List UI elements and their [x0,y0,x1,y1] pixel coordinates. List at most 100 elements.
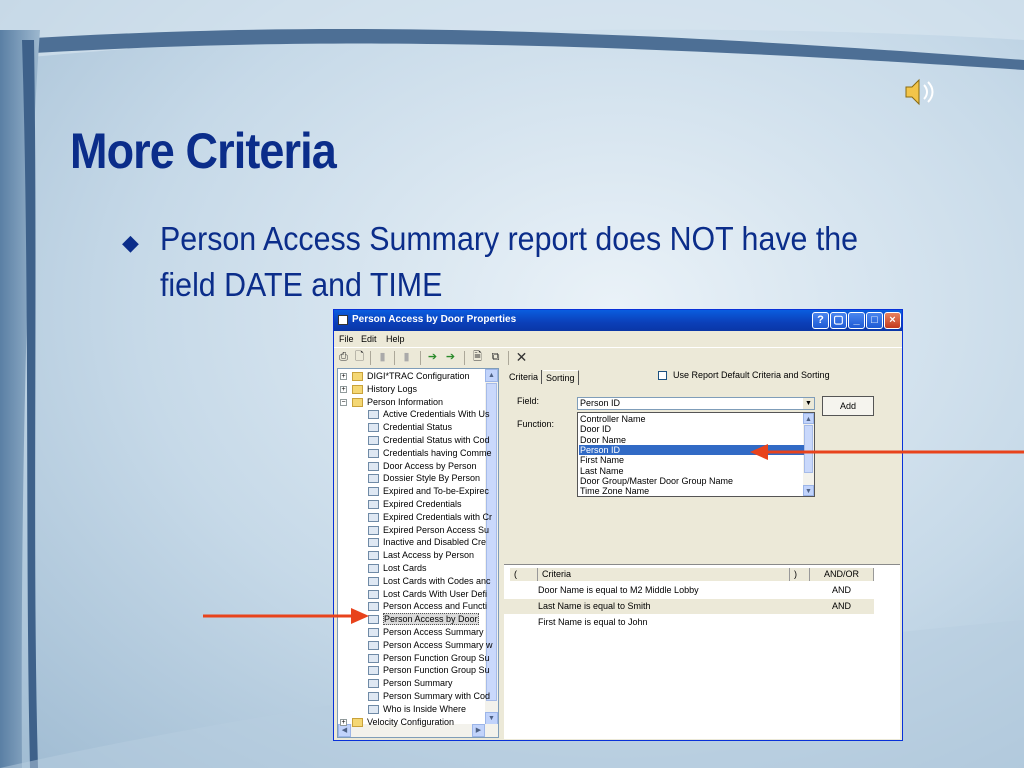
minimize-button[interactable]: _ [848,312,865,329]
export-icon[interactable]: ⧉ [489,351,502,364]
preview-icon[interactable]: 🗋 [353,351,366,364]
tree-item[interactable]: Person Function Group Su [338,653,490,665]
tree-item-label: Velocity Configuration [367,716,455,727]
tree-item[interactable]: Dossier Style By Person [338,473,485,485]
tree-item[interactable]: Person Function Group Su [338,665,490,677]
report-icon [368,576,379,586]
menu-help[interactable]: Help [386,334,405,344]
report-icon [368,589,379,599]
field-option[interactable]: Last Name [580,466,624,476]
criteria-row[interactable]: Last Name is equal to Smith AND [504,599,874,614]
field-option[interactable]: Controller Name [580,414,646,424]
window-title: Person Access by Door Properties [352,314,517,325]
report-icon [368,500,379,509]
tree-item[interactable]: Credential Status with Cod [338,435,490,447]
add-icon[interactable]: ➔ [426,351,439,364]
tree-item[interactable]: Lost Cards with Codes anc [338,576,491,588]
tree-item[interactable]: Expired Credentials [338,499,485,511]
criteria-text: Door Name is equal to M2 Middle Lobby [538,585,699,595]
report-icon [368,423,379,433]
report-icon [368,487,379,497]
use-default-checkbox[interactable] [658,371,667,380]
window-titlebar[interactable]: Person Access by Door Properties ? ▢ _ □… [334,310,902,331]
menu-bar: File Edit Help [334,331,902,347]
expand-icon[interactable]: + [340,718,347,726]
tree-item[interactable]: Lost Cards With User Defi [338,589,487,601]
add-button[interactable]: Add [822,396,874,416]
chevron-down-icon[interactable]: ▼ [803,398,814,409]
tab-sorting[interactable]: Sorting [543,370,579,385]
tree-item[interactable]: Person Access Summary [338,627,485,639]
tree-item-label: Credentials having Comme [383,447,492,458]
criteria-row[interactable]: Door Name is equal to M2 Middle Lobby AND [504,583,874,598]
report-icon [368,461,379,471]
field-option[interactable]: Door ID [580,424,611,434]
tree-item-label: History Logs [367,383,418,394]
tree-folder[interactable]: − Person Information [338,397,485,409]
tree-item[interactable]: Active Credentials With Us [338,409,490,421]
grid-header-criteria[interactable]: Criteria [538,568,790,581]
add-all-icon[interactable]: ➔ [444,351,457,364]
page-icon[interactable]: ▮ [400,351,413,364]
scroll-up-icon[interactable]: ▲ [485,369,498,382]
tree-item-label: Person Function Group Su [383,665,490,676]
scroll-down-icon[interactable]: ▼ [803,485,814,496]
tree-item-label: DIGI*TRAC Configuration [367,371,470,381]
use-default-label: Use Report Default Criteria and Sorting [673,370,830,380]
criteria-row[interactable]: First Name is equal to John [504,615,874,630]
maximize-button[interactable]: □ [866,312,883,329]
expand-icon[interactable]: + [340,373,347,380]
grid-header-close-paren[interactable]: ) [790,568,810,581]
menu-edit[interactable]: Edit [361,334,377,344]
help-button[interactable]: ? [812,312,829,329]
report-icon [368,551,379,561]
tree-folder[interactable]: + Velocity Configuration [338,717,485,729]
collapse-icon[interactable]: − [340,398,347,406]
field-option[interactable]: Time Zone Name [580,486,649,496]
tree-item-label: Inactive and Disabled Cre [383,537,487,548]
tree-item-label: Credential Status with Cod [383,435,490,445]
report-icon[interactable]: 🗎 [471,351,484,364]
tree-item[interactable]: Expired and To-be-Expirec [338,486,489,498]
toolbar-separator [394,351,395,365]
grid-header-andor[interactable]: AND/OR [810,568,874,581]
report-icon [368,679,379,689]
tree-item-label: Person Access Summary [383,627,484,637]
grid-header-open-paren[interactable]: ( [510,568,538,581]
print-icon[interactable]: ⎙ [337,351,350,364]
tree-item[interactable]: Person Summary [338,678,485,690]
speaker-icon[interactable] [902,76,938,108]
tree-item[interactable]: Who is Inside Where [338,704,485,716]
page-icon[interactable]: ▮ [376,351,389,364]
tree-item-label: Person Access and Functi [383,601,488,612]
scroll-up-icon[interactable]: ▲ [803,413,814,424]
tree-folder[interactable]: + History Logs [338,384,485,396]
tree-item[interactable]: Door Access by Person [338,461,485,473]
close-button[interactable]: × [884,312,901,329]
tree-item[interactable]: Inactive and Disabled Cre [338,537,487,549]
folder-icon [352,384,363,394]
report-tree[interactable]: ▲ ▼ ◀ ▶ + DIGI*TRAC Configuration + History… [337,368,499,738]
field-select[interactable]: Person ID ▼ [577,397,815,410]
report-icon [368,653,379,663]
tree-item[interactable]: Last Access by Person [338,550,485,562]
tree-item[interactable]: Person Summary with Cod [338,691,490,703]
expand-icon[interactable]: + [340,385,347,393]
restore-button[interactable]: ▢ [830,312,847,329]
toolbar-separator [370,351,371,365]
tab-criteria[interactable]: Criteria [506,370,543,384]
delete-icon[interactable]: ✕ [515,350,528,364]
tree-item[interactable]: Lost Cards [338,563,485,575]
tree-item[interactable]: Credentials having Comme [338,448,492,460]
field-option[interactable]: First Name [580,455,624,465]
tree-item[interactable]: Person Access Summary w [338,640,493,652]
field-option[interactable]: Door Group/Master Door Group Name [580,476,733,486]
tree-item[interactable]: Expired Person Access Su [338,525,489,537]
field-option[interactable]: Door Name [580,435,626,445]
tree-folder[interactable]: + DIGI*TRAC Configuration [338,371,485,383]
menu-file[interactable]: File [339,334,354,344]
report-icon [368,640,379,650]
report-icon [368,538,379,548]
tree-item[interactable]: Credential Status [338,422,485,434]
tree-item[interactable]: Expired Credentials with Cr [338,512,492,524]
